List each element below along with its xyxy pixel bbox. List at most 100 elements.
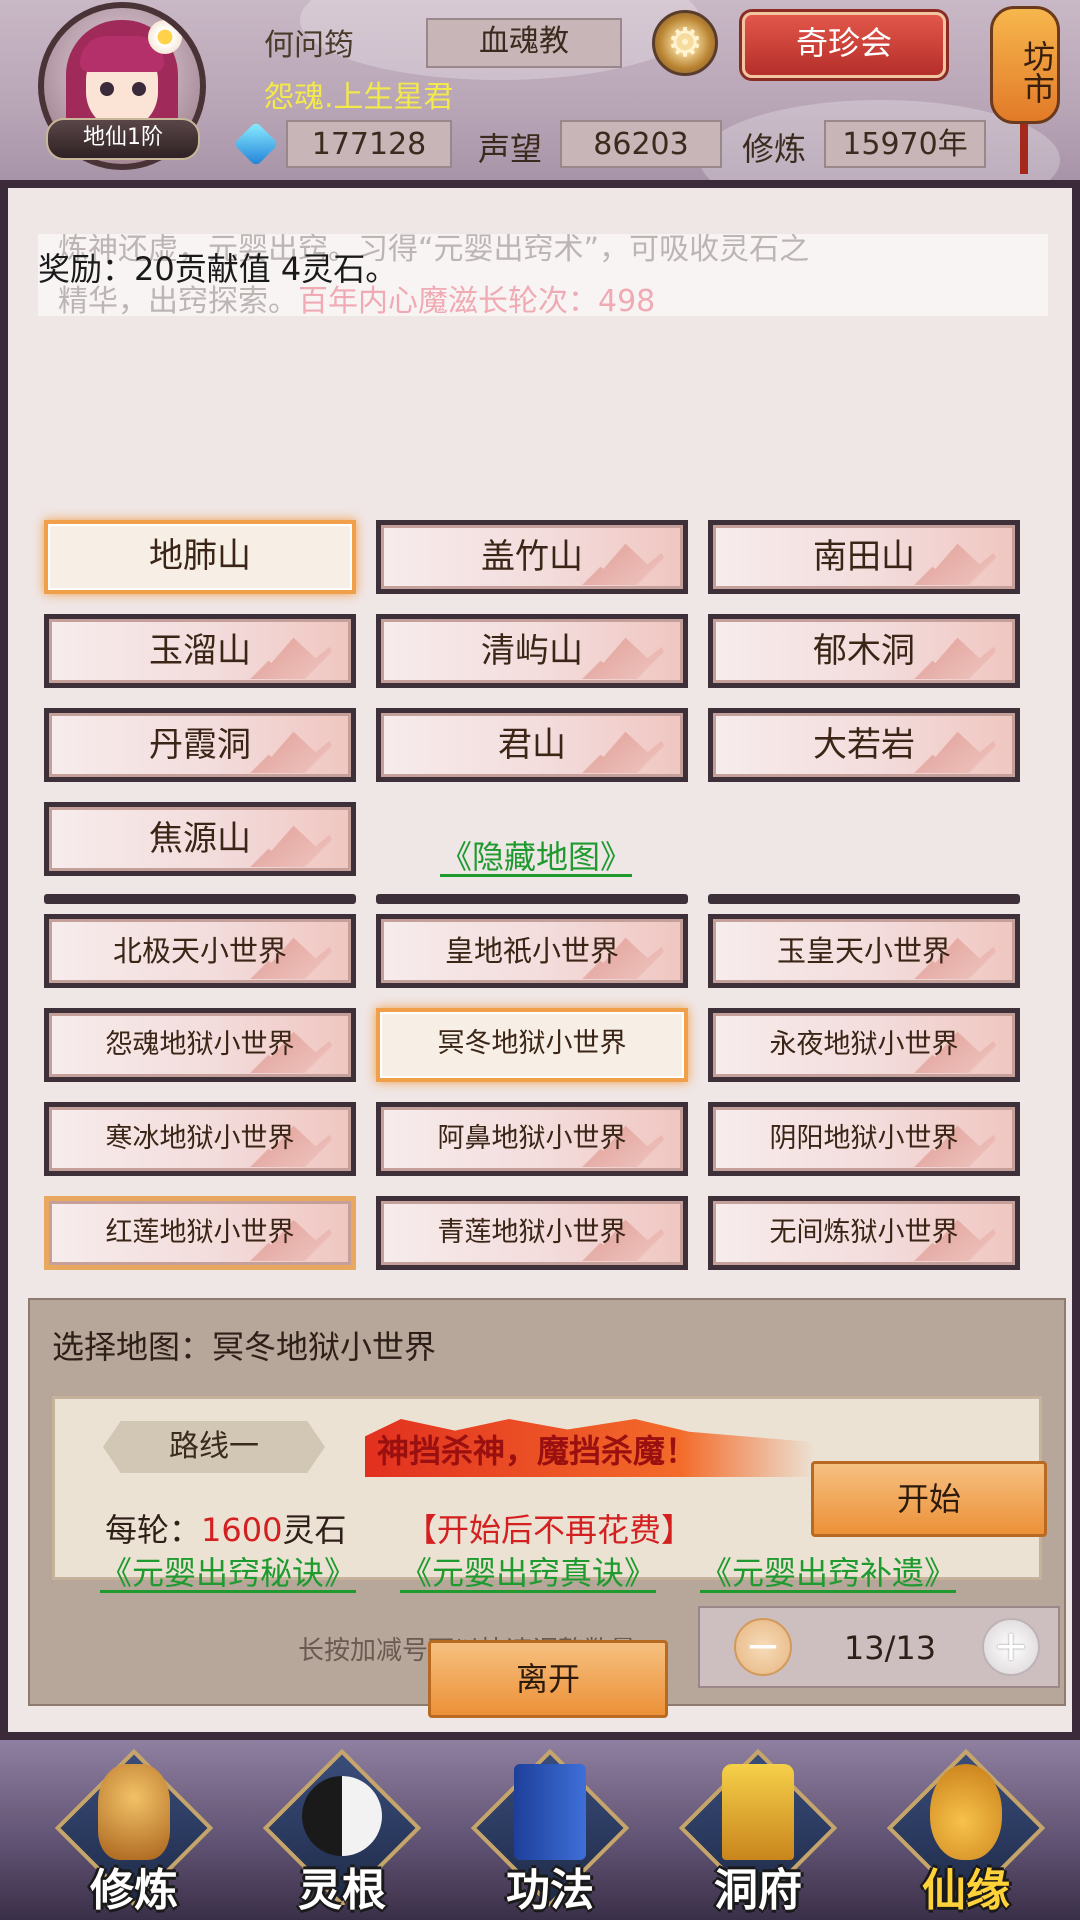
gourd-icon [930,1764,1002,1860]
map-button-label: 阴阳地狱小世界 [769,1123,959,1154]
hair-flower-icon [148,20,182,54]
map-button-nantianshan[interactable]: 南田山 [708,520,1020,594]
map-button-label: 无间炼狱小世界 [769,1217,959,1248]
map-button-daruoyan[interactable]: 大若岩 [708,708,1020,782]
map-button-yongye-hell[interactable]: 永夜地狱小世界 [708,1008,1020,1082]
cost-note: 【开始后不再花费】 [405,1511,694,1549]
map-button-label: 南田山 [813,537,915,577]
map-button-yuhuangtian[interactable]: 玉皇天小世界 [708,914,1020,988]
map-button-yuliushan[interactable]: 玉溜山 [44,614,356,688]
map-button-label: 玉溜山 [149,631,251,671]
rank-badge: 地仙1阶 [46,118,200,160]
map-button-label: 大若岩 [813,725,915,765]
section-divider [44,894,356,904]
map-button-label: 地肺山 [149,536,251,576]
map-button-label: 北极天小世界 [112,934,287,968]
nav-cultivate[interactable]: 修炼 [54,1748,214,1916]
map-button-label: 丹霞洞 [149,725,251,765]
map-button-qingyushan[interactable]: 清屿山 [376,614,688,688]
spirit-stone-icon [233,121,279,167]
map-button-yumudong[interactable]: 郁木洞 [708,614,1020,688]
nav-label: 洞府 [714,1865,802,1916]
reputation-value: 86203 [560,120,722,168]
cost-unit: 灵石 [282,1511,347,1549]
route-selector[interactable]: 路线一 [103,1421,325,1473]
cost-value: 1600 [201,1511,283,1549]
treasure-auction-button[interactable]: 奇珍会 [742,12,946,78]
map-button-honglian-hell[interactable]: 红莲地狱小世界 [44,1196,356,1270]
gear-icon[interactable]: ⚙ [652,10,718,76]
minus-icon[interactable]: − [734,1618,792,1676]
map-button-huangdiqi[interactable]: 皇地祇小世界 [376,914,688,988]
technique-link-true[interactable]: 《元婴出窍真诀》 [400,1548,656,1594]
map-button-label: 红莲地狱小世界 [105,1217,295,1248]
selected-map-label: 选择地图：冥冬地狱小世界 [52,1328,437,1366]
map-button-hanbing-hell[interactable]: 寒冰地狱小世界 [44,1102,356,1176]
map-button-label: 永夜地狱小世界 [769,1029,959,1060]
map-button-qinglian-hell[interactable]: 青莲地狱小世界 [376,1196,688,1270]
player-title: 怨魂.上生星君 [264,80,454,115]
player-name: 何问筠 [264,28,354,63]
nav-label: 功法 [506,1865,594,1916]
map-button-label: 盖竹山 [481,537,583,577]
map-button-gaizhushan[interactable]: 盖竹山 [376,520,688,594]
map-button-beijitian[interactable]: 北极天小世界 [44,914,356,988]
description-box: 炼神还虚，元婴出窍。习得“元婴出窍术”，可吸收灵石之 精华，出窍探索。百年内心魔… [38,234,1048,316]
nav-immortal-fate[interactable]: 仙缘 [886,1748,1046,1916]
leave-button[interactable]: 离开 [428,1640,668,1718]
nav-label: 灵根 [298,1865,386,1916]
cost-prefix: 每轮： [105,1511,202,1549]
market-lantern-button[interactable]: 坊市 [990,6,1060,124]
explore-panel-body: 炼神还虚，元婴出窍。习得“元婴出窍术”，可吸收灵石之 精华，出窍探索。百年内心魔… [8,188,1072,1732]
map-button-label: 怨魂地狱小世界 [105,1029,295,1060]
avatar-eye [132,82,146,96]
map-button-label: 冥冬地狱小世界 [437,1028,627,1059]
map-button-label: 焦源山 [149,819,251,859]
lantern-tassel [1020,124,1028,174]
technique-link-supplement[interactable]: 《元婴出窍补遗》 [700,1548,956,1594]
nav-label: 仙缘 [922,1865,1010,1916]
map-button-yuanhun-hell[interactable]: 怨魂地狱小世界 [44,1008,356,1082]
map-button-yinyang-hell[interactable]: 阴阳地狱小世界 [708,1102,1020,1176]
reputation-label: 声望 [478,130,543,168]
start-button[interactable]: 开始 [811,1461,1047,1537]
meditating-monk-icon [98,1764,170,1860]
map-button-label: 寒冰地狱小世界 [105,1123,295,1154]
map-button-difeishan[interactable]: 地肺山 [44,520,356,594]
map-button-label: 皇地祇小世界 [444,934,619,968]
map-button-wujian-hell[interactable]: 无间炼狱小世界 [708,1196,1020,1270]
stepper-value: 13/13 [843,1629,937,1667]
map-button-label: 郁木洞 [813,631,915,671]
spirit-stone-count: 177128 [286,120,452,168]
map-button-label: 青莲地狱小世界 [437,1217,627,1248]
nav-spirit-root[interactable]: 灵根 [262,1748,422,1916]
reward-text: 奖励：20贡献值 4灵石。 [38,250,398,288]
route-slogan: 神挡杀神，魔挡杀魔！ [365,1419,815,1477]
nav-cave-abode[interactable]: 洞府 [678,1748,838,1916]
top-header: 地仙1阶 何问筠 怨魂.上生星君 血魂教 ⚙ 奇珍会 坊市 177128 声望 … [0,0,1080,180]
avatar-eye [100,82,114,96]
sect-name: 血魂教 [426,18,622,68]
map-button-abi-hell[interactable]: 阿鼻地狱小世界 [376,1102,688,1176]
map-button-danxiadong[interactable]: 丹霞洞 [44,708,356,782]
map-button-mingdong-hell[interactable]: 冥冬地狱小世界 [376,1008,688,1082]
hidden-map-link[interactable]: 《隐藏地图》 [440,832,632,878]
cultivation-value: 15970年 [824,120,986,168]
technique-link-secret[interactable]: 《元婴出窍秘诀》 [100,1548,356,1594]
explore-panel: 炼神还虚，元婴出窍。习得“元婴出窍术”，可吸收灵石之 精华，出窍探索。百年内心魔… [0,180,1080,1740]
scripture-book-icon [514,1764,586,1860]
cost-per-round: 每轮：1600灵石 [105,1505,346,1551]
map-button-label: 阿鼻地狱小世界 [437,1123,627,1154]
plus-icon[interactable]: + [982,1618,1040,1676]
map-button-label: 玉皇天小世界 [776,934,951,968]
map-button-junshan[interactable]: 君山 [376,708,688,782]
map-button-jiaoyuanshan[interactable]: 焦源山 [44,802,356,876]
round-stepper: − 13/13 + [698,1606,1060,1688]
nav-techniques[interactable]: 功法 [470,1748,630,1916]
map-button-label: 清屿山 [481,631,583,671]
bottom-navigation: 修炼 灵根 功法 洞府 仙缘 [0,1740,1080,1920]
nav-label: 修炼 [90,1865,178,1916]
pagoda-icon [722,1764,794,1860]
map-button-label: 君山 [498,725,566,765]
section-divider [708,894,1020,904]
